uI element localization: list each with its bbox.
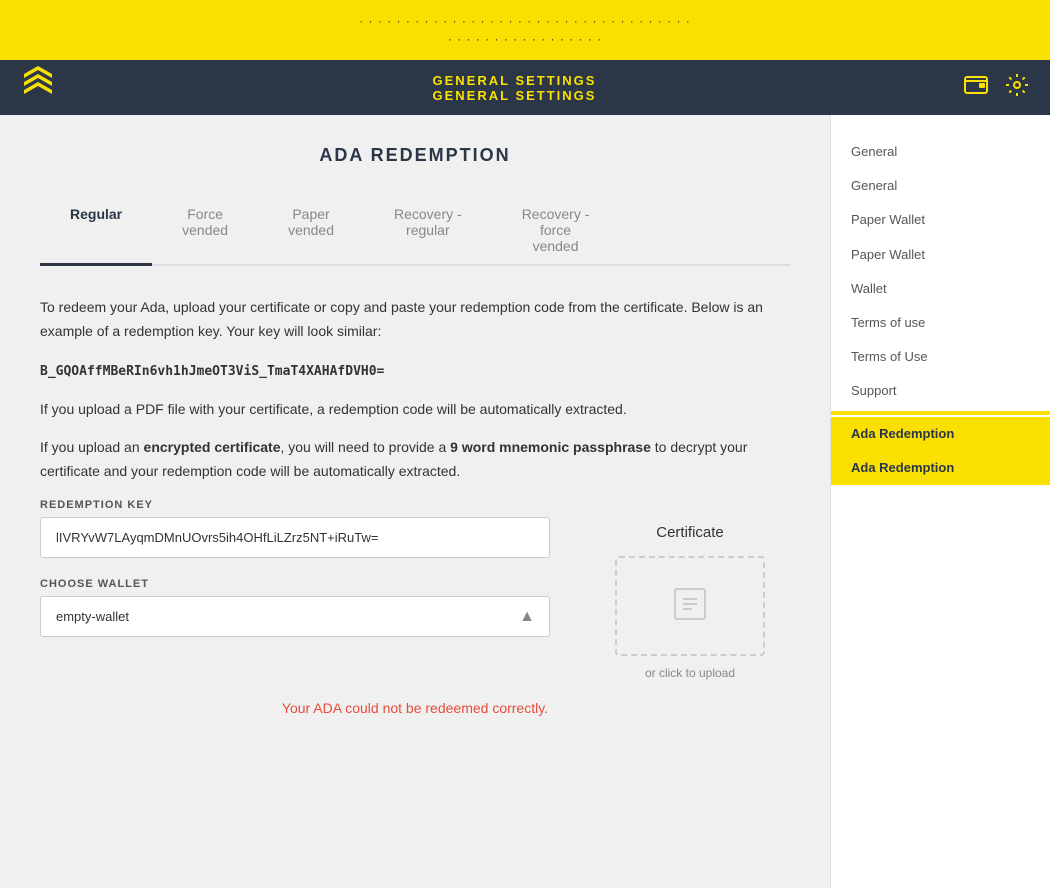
upload-icon: [670, 584, 710, 629]
desc-bold2: 9 word mnemonic passphrase: [450, 439, 651, 455]
desc-mid: , you will need to provide a: [280, 439, 450, 455]
upload-text[interactable]: or click to upload: [645, 666, 735, 680]
tab-regular[interactable]: Regular: [40, 196, 152, 264]
tab-recovery-regular[interactable]: Recovery -regular: [364, 196, 492, 264]
redemption-key-label: REDEMPTION KEY: [40, 499, 550, 511]
top-banner: · · · · · · · · · · · · · · · · · · · · …: [0, 0, 1050, 60]
sidebar-item-terms-1[interactable]: Terms of use: [831, 306, 1050, 340]
sidebar-item-ada-redemption-2[interactable]: Ada Redemption: [831, 451, 1050, 485]
wallet-select[interactable]: empty-wallet wallet-1 wallet-2: [40, 596, 550, 637]
desc-bold1: encrypted certificate: [144, 439, 281, 455]
sidebar-item-ada-redemption-1[interactable]: Ada Redemption: [831, 417, 1050, 451]
page-title: ADA REDEMPTION: [40, 145, 790, 166]
choose-wallet-label: CHOOSE WALLET: [40, 578, 550, 590]
header-title-2: GENERAL SETTINGS: [66, 88, 963, 103]
logo-icon: [20, 64, 56, 111]
tab-force-vended[interactable]: Forcevended: [152, 196, 258, 264]
sidebar-item-paper-wallet-2[interactable]: Paper Wallet: [831, 238, 1050, 272]
main-layout: ADA REDEMPTION Regular Forcevended Paper…: [0, 115, 1050, 888]
key-example: B_GQOAffMBeRIn6vh1hJmeOT3ViS_TmaT4XAHAfD…: [40, 364, 384, 379]
form-cert-row: REDEMPTION KEY CHOOSE WALLET empty-walle…: [40, 499, 790, 680]
description-line3: If you upload an encrypted certificate, …: [40, 436, 790, 484]
tab-paper-vended[interactable]: Papervended: [258, 196, 364, 264]
sidebar-item-paper-wallet-1[interactable]: Paper Wallet: [831, 203, 1050, 237]
wallet-icon[interactable]: [963, 72, 989, 104]
redemption-key-input[interactable]: [40, 517, 550, 558]
error-message: Your ADA could not be redeemed correctly…: [40, 700, 790, 716]
key-example-container: B_GQOAffMBeRIn6vh1hJmeOT3ViS_TmaT4XAHAfD…: [40, 359, 790, 383]
sidebar: General General Paper Wallet Paper Walle…: [830, 115, 1050, 888]
sidebar-item-terms-2[interactable]: Terms of Use: [831, 340, 1050, 374]
tab-recovery-force-vended[interactable]: Recovery -forcevended: [492, 196, 620, 264]
header: GENERAL SETTINGS GENERAL SETTINGS: [0, 60, 1050, 115]
desc-prefix: If you upload an: [40, 439, 144, 455]
choose-wallet-group: CHOOSE WALLET empty-wallet wallet-1 wall…: [40, 578, 550, 637]
wallet-select-wrapper: empty-wallet wallet-1 wallet-2 ▲: [40, 596, 550, 637]
sidebar-item-wallet[interactable]: Wallet: [831, 272, 1050, 306]
header-right: [963, 72, 1030, 104]
header-logo: [20, 64, 66, 111]
description-line1: To redeem your Ada, upload your certific…: [40, 296, 790, 344]
sidebar-item-support[interactable]: Support: [831, 374, 1050, 408]
active-indicator-bar: [831, 411, 1050, 415]
header-center: GENERAL SETTINGS GENERAL SETTINGS: [66, 73, 963, 103]
form-column: REDEMPTION KEY CHOOSE WALLET empty-walle…: [40, 499, 550, 680]
certificate-column: Certificate or click to upload: [590, 499, 790, 680]
redemption-key-group: REDEMPTION KEY: [40, 499, 550, 558]
sidebar-item-general-1[interactable]: General: [831, 135, 1050, 169]
header-title-1: GENERAL SETTINGS: [66, 73, 963, 88]
banner-line2: · · · · · · · · · · · · · · · · ·: [448, 32, 602, 46]
settings-icon[interactable]: [1004, 72, 1030, 104]
banner-line1: · · · · · · · · · · · · · · · · · · · · …: [359, 14, 691, 28]
certificate-label: Certificate: [656, 524, 724, 541]
description-line2: If you upload a PDF file with your certi…: [40, 398, 790, 422]
content-area: ADA REDEMPTION Regular Forcevended Paper…: [0, 115, 830, 888]
tabs-container: Regular Forcevended Papervended Recovery…: [40, 196, 790, 266]
certificate-upload-area[interactable]: [615, 556, 765, 656]
sidebar-item-general-2[interactable]: General: [831, 169, 1050, 203]
